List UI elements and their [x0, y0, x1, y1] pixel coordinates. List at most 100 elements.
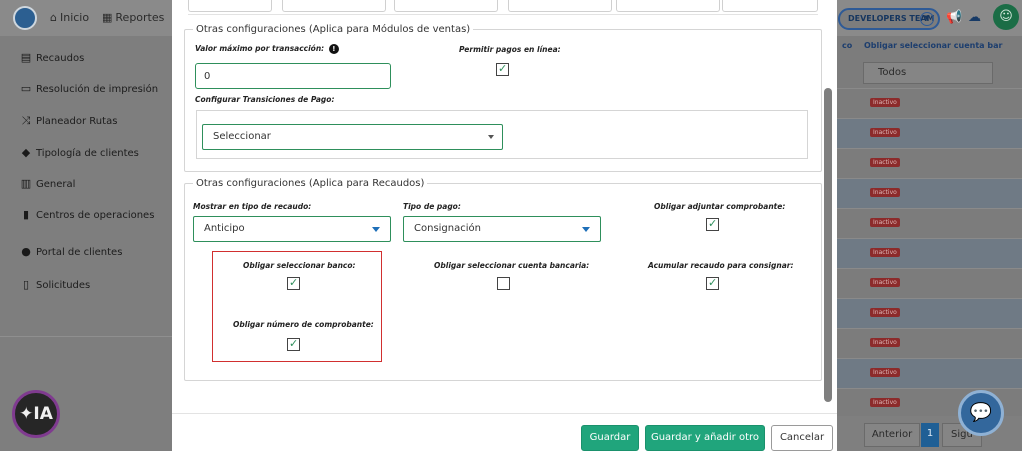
acumular-label: Acumular recaudo para consignar: — [648, 261, 794, 270]
megaphone-icon[interactable]: 📢 — [946, 10, 962, 25]
acumular-checkbox[interactable]: ✓ — [706, 276, 719, 290]
mostrar-tipo-select[interactable]: Anticipo — [193, 216, 391, 242]
table-row: Inactivo — [836, 238, 1022, 268]
printer-icon: ▭ — [20, 82, 32, 95]
sidebar-item-portal[interactable]: ● Portal de clientes — [18, 245, 122, 258]
footer-divider — [172, 413, 837, 414]
status-badge: Inactivo — [870, 188, 900, 197]
pagos-linea-checkbox[interactable]: ✓ — [496, 62, 509, 76]
check-icon: ✓ — [289, 276, 299, 289]
table-header-obligar-cuenta: Obligar seleccionar cuenta bar — [864, 41, 1003, 50]
pager-prev-button[interactable]: Anterior — [864, 423, 920, 447]
mostrar-tipo-label: Mostrar en tipo de recaudo: — [193, 202, 312, 211]
table-row: Inactivo — [836, 208, 1022, 238]
table-row: Inactivo — [836, 88, 1022, 118]
top-partial-inputs — [188, 0, 818, 14]
pager-page-1[interactable]: 1 — [921, 423, 939, 447]
table-row: Inactivo — [836, 358, 1022, 388]
sidebar-item-planeador[interactable]: ⤨ Planeador Rutas — [18, 114, 118, 128]
sidebar-item-tipologia[interactable]: ◆ Tipología de clientes — [18, 146, 139, 159]
status-badge: Inactivo — [870, 338, 900, 347]
partial-input[interactable] — [508, 0, 612, 12]
table-row: Inactivo — [836, 268, 1022, 298]
partial-input[interactable] — [722, 0, 818, 12]
sidebar-item-general[interactable]: ▥ General — [18, 177, 76, 190]
check-icon: ✓ — [498, 62, 508, 75]
status-badge: Inactivo — [870, 218, 900, 227]
partial-input[interactable] — [282, 0, 386, 12]
status-badge: Inactivo — [870, 248, 900, 257]
nav-reportes[interactable]: ▦ Reportes — [102, 11, 164, 24]
max-transaction-label: Valor máximo por transacción: ! — [195, 44, 339, 54]
status-badge: Inactivo — [870, 98, 900, 107]
ia-assistant-button[interactable]: ✦IA — [12, 390, 60, 438]
recaudos-legend: Otras configuraciones (Aplica para Recau… — [196, 178, 425, 189]
partial-input[interactable] — [394, 0, 498, 12]
partial-input[interactable] — [616, 0, 720, 12]
guardar-button[interactable]: Guardar — [581, 425, 639, 451]
building-icon: ▥ — [20, 177, 32, 190]
tag-icon: ◆ — [21, 146, 31, 159]
banco-checkbox[interactable]: ✓ — [287, 276, 300, 290]
office-icon: ▮ — [22, 208, 30, 221]
status-badge: Inactivo — [870, 368, 900, 377]
transiciones-select[interactable]: Seleccionar — [202, 124, 503, 150]
caret-down-icon — [582, 227, 590, 232]
home-icon: ⌂ — [50, 11, 57, 24]
sparkle-icon: ✦ — [19, 404, 34, 424]
tipo-pago-select[interactable]: Consignación — [403, 216, 601, 242]
adjuntar-checkbox[interactable]: ✓ — [706, 217, 719, 231]
pagos-linea-label: Permitir pagos en línea: — [459, 45, 561, 54]
table-header-partial: co — [842, 41, 853, 50]
transiciones-label: Configurar Transiciones de Pago: — [195, 95, 335, 104]
tipo-pago-label: Tipo de pago: — [403, 202, 461, 211]
status-badge: Inactivo — [870, 158, 900, 167]
cloud-download-icon[interactable]: ☁ — [968, 10, 981, 25]
grid-icon: ▦ — [102, 11, 113, 24]
table-row: Inactivo — [836, 298, 1022, 328]
sidebar-item-solicitudes[interactable]: ▯ Solicitudes — [18, 278, 90, 291]
app-logo[interactable] — [13, 6, 37, 30]
chat-support-button[interactable]: 💬 — [958, 390, 1004, 436]
sidebar-item-resolucion[interactable]: ▭ Resolución de impresión — [18, 82, 158, 95]
max-transaction-input[interactable] — [195, 63, 391, 89]
team-selector[interactable]: DEVELOPERS TEAM ▼ — [838, 8, 940, 30]
cancelar-button[interactable]: Cancelar — [771, 425, 833, 451]
table-row: Inactivo — [836, 178, 1022, 208]
info-icon[interactable]: ! — [328, 44, 339, 54]
document-icon: ▯ — [22, 278, 30, 291]
cash-register-icon: ▤ — [20, 51, 32, 64]
nav-inicio[interactable]: ⌂ Inicio — [50, 11, 89, 24]
numero-comprobante-label: Obligar número de comprobante: — [233, 320, 374, 329]
sidebar: ▤ Recaudos ▭ Resolución de impresión ⤨ Plan… — [0, 36, 172, 451]
guardar-anadir-button[interactable]: Guardar y añadir otro — [645, 425, 765, 451]
status-badge: Inactivo — [870, 398, 900, 407]
adjuntar-label: Obligar adjuntar comprobante: — [654, 202, 786, 211]
table-filter-select[interactable]: Todos — [863, 62, 993, 84]
sidebar-divider — [0, 336, 172, 337]
sidebar-item-centros[interactable]: ▮ Centros de operaciones — [18, 208, 154, 221]
banco-label: Obligar seleccionar banco: — [243, 261, 356, 270]
sidebar-item-recaudos[interactable]: ▤ Recaudos — [18, 51, 85, 64]
table-row: Inactivo — [836, 148, 1022, 178]
status-badge: Inactivo — [870, 278, 900, 287]
route-icon: ⤨ — [21, 114, 31, 127]
caret-down-icon — [372, 227, 380, 232]
ventas-legend: Otras configuraciones (Aplica para Módul… — [196, 24, 471, 35]
status-badge: Inactivo — [870, 308, 900, 317]
cuenta-bancaria-label: Obligar seleccionar cuenta bancaria: — [434, 261, 590, 270]
edit-config-modal: Otras configuraciones (Aplica para Módul… — [172, 0, 837, 451]
modal-scrollbar[interactable] — [822, 0, 834, 408]
numero-comprobante-checkbox[interactable]: ✓ — [287, 337, 300, 351]
divider — [188, 14, 818, 15]
caret-down-icon — [488, 135, 494, 139]
status-badge: Inactivo — [870, 128, 900, 137]
check-icon: ✓ — [289, 337, 299, 350]
cuenta-bancaria-checkbox[interactable] — [497, 277, 510, 290]
table-row: Inactivo — [836, 118, 1022, 148]
scrollbar-thumb[interactable] — [824, 88, 832, 402]
table-row: Inactivo — [836, 328, 1022, 358]
user-avatar[interactable]: ☺ — [993, 4, 1019, 30]
chevron-down-icon: ▼ — [920, 12, 934, 26]
partial-input[interactable] — [188, 0, 272, 12]
